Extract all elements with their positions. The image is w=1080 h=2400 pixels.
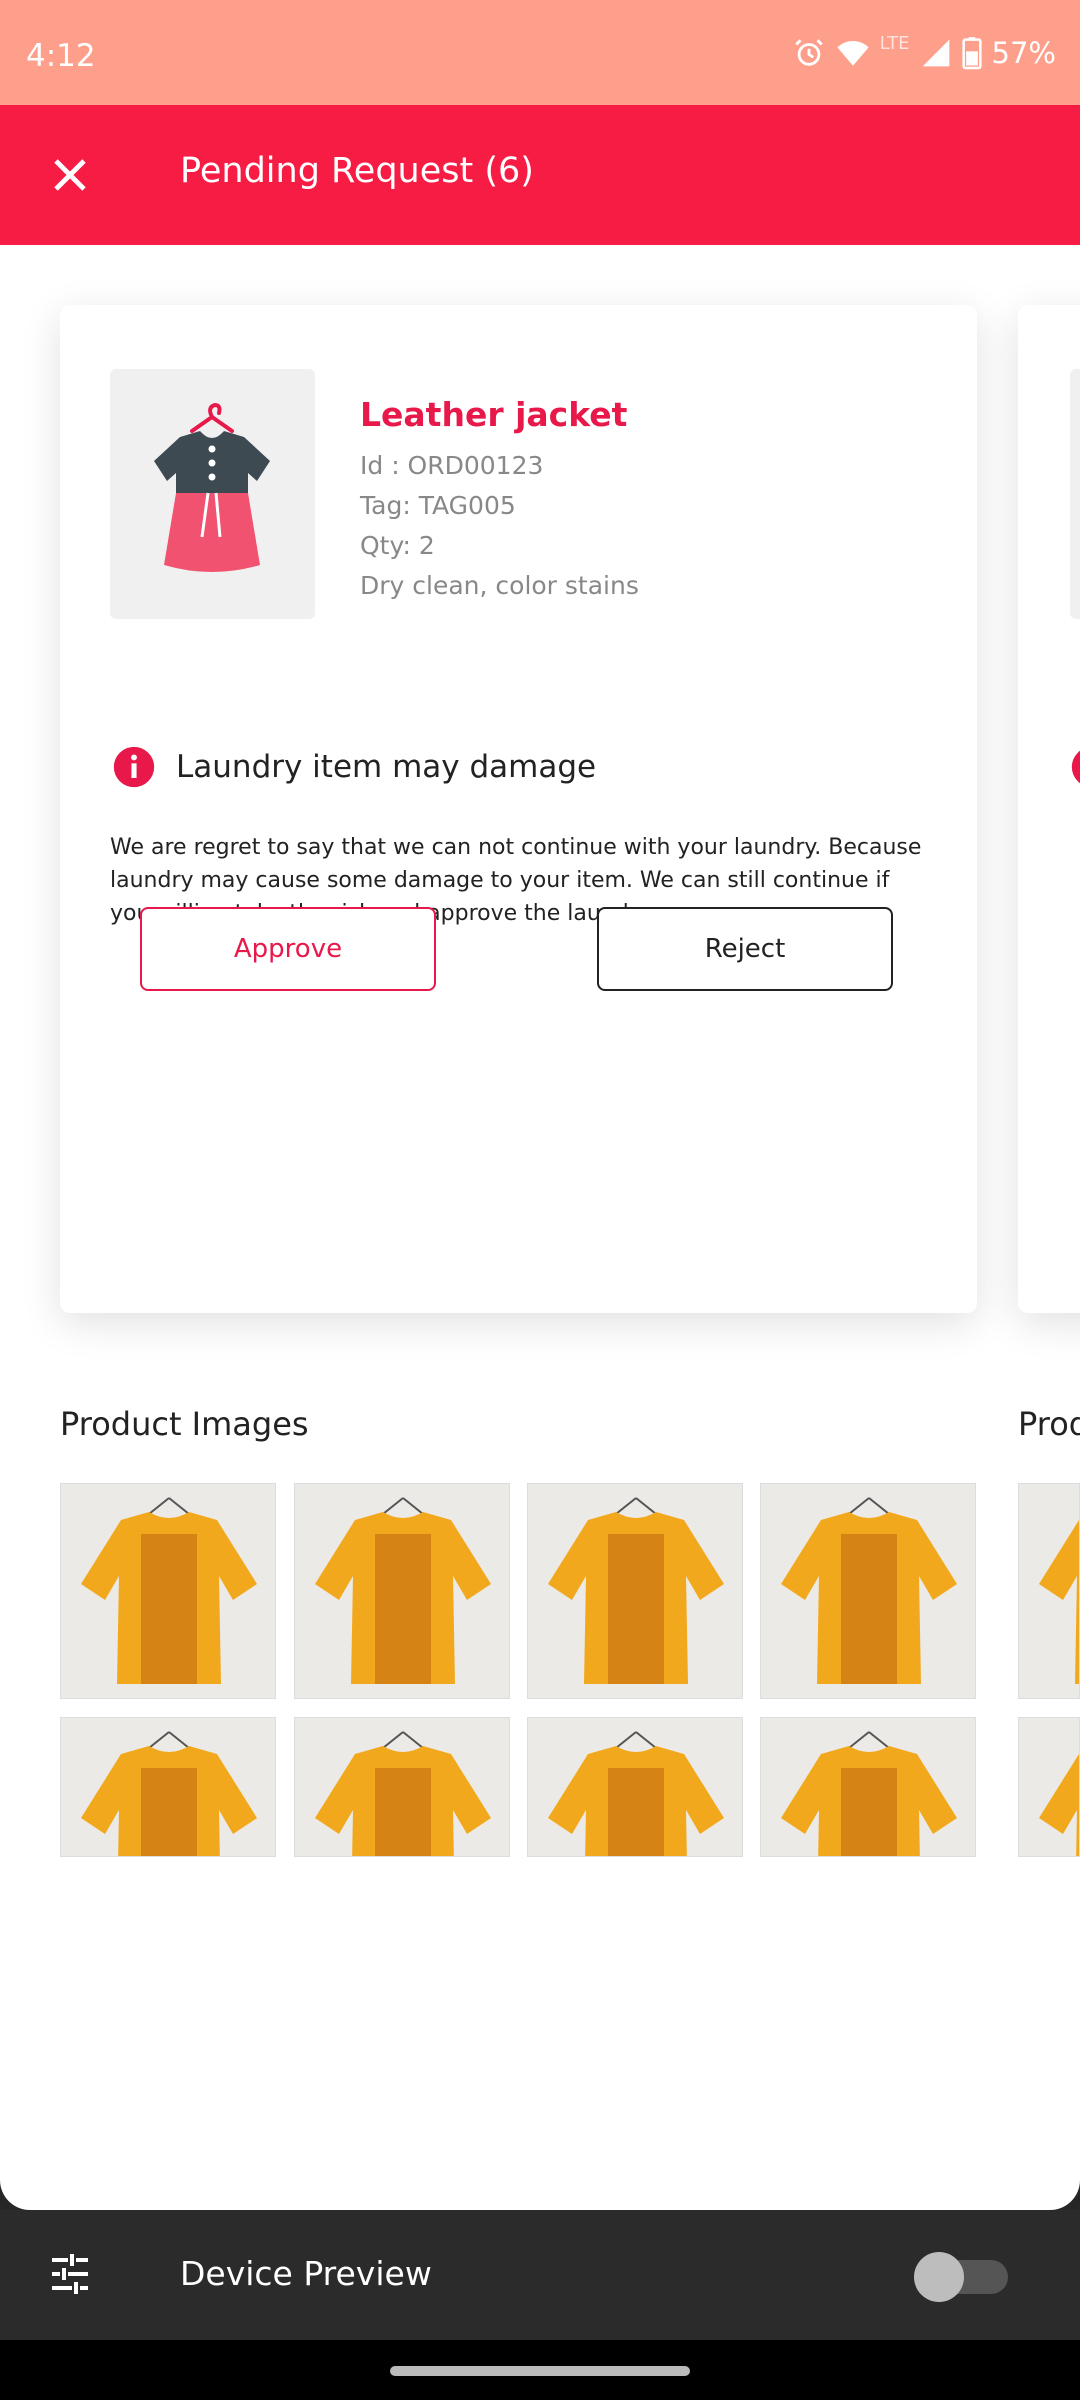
item-name: Leather jacket (360, 395, 628, 434)
alarm-icon (794, 39, 823, 66)
order-id: Id : ORD00123 (360, 451, 544, 480)
network-type-label: LTE (879, 32, 910, 54)
product-image[interactable] (60, 1483, 276, 1699)
battery-icon (961, 37, 982, 70)
product-image[interactable] (294, 1717, 510, 1857)
product-image[interactable] (294, 1483, 510, 1699)
shirt-image (548, 1497, 724, 1684)
shirt-image (781, 1731, 957, 1856)
warning-header: Laundry item may damage (112, 745, 596, 789)
shirt-image (1039, 1520, 1079, 1684)
shirt-image (81, 1731, 257, 1856)
product-image[interactable] (760, 1717, 976, 1857)
product-images-title: Product Images (60, 1405, 309, 1443)
product-image[interactable] (527, 1717, 743, 1857)
status-bar: 4:12 LTE 57% (0, 0, 1080, 105)
page-title: Pending Request (6) (180, 151, 534, 191)
reject-button[interactable]: Reject (597, 907, 893, 991)
content-area: Leather jacket Id : ORD00123 Tag: TAG005… (0, 245, 1080, 2210)
app-bar: Pending Request (6) (0, 105, 1080, 245)
status-icons: LTE 57% (792, 32, 1056, 70)
device-preview-label: Device Preview (180, 2254, 432, 2293)
item-thumbnail (110, 369, 315, 619)
home-gesture-handle[interactable] (390, 2366, 690, 2376)
warning-title: Laundry item may damage (176, 749, 597, 785)
shirt-image (548, 1731, 724, 1856)
shirt-image (315, 1731, 491, 1856)
next-item-thumbnail (1070, 369, 1080, 619)
shirt-image (1039, 1754, 1079, 1856)
status-time: 4:12 (26, 38, 96, 74)
service-type: Dry clean, color stains (360, 571, 639, 600)
dress-icon (154, 402, 270, 572)
approve-button[interactable]: Approve (140, 907, 436, 991)
shirt-image (81, 1497, 257, 1684)
device-preview-toggle[interactable] (914, 2252, 1008, 2302)
item-tag: Tag: TAG005 (360, 491, 516, 520)
product-image[interactable] (760, 1483, 976, 1699)
next-product-images-title: Prod (1018, 1405, 1080, 1443)
next-product-image[interactable] (1018, 1483, 1080, 1699)
product-image[interactable] (60, 1717, 276, 1857)
wifi-icon (837, 40, 869, 66)
battery-percent: 57% (991, 36, 1056, 70)
signal-icon (922, 39, 949, 67)
shirt-image (315, 1497, 491, 1684)
device-preview-bar: Device Preview (0, 2210, 1080, 2340)
next-request-card[interactable] (1018, 305, 1080, 1313)
product-image[interactable] (527, 1483, 743, 1699)
request-card: Leather jacket Id : ORD00123 Tag: TAG005… (60, 305, 977, 1313)
next-info-alert-icon (1071, 750, 1080, 784)
toggle-knob (914, 2252, 964, 2302)
shirt-image (781, 1497, 957, 1684)
item-quantity: Qty: 2 (360, 531, 435, 560)
next-product-image[interactable] (1018, 1717, 1080, 1857)
info-alert-icon (113, 746, 155, 788)
navigation-bar (0, 2340, 1080, 2400)
tune-settings-icon[interactable] (46, 2250, 94, 2298)
close-icon[interactable] (46, 151, 94, 199)
